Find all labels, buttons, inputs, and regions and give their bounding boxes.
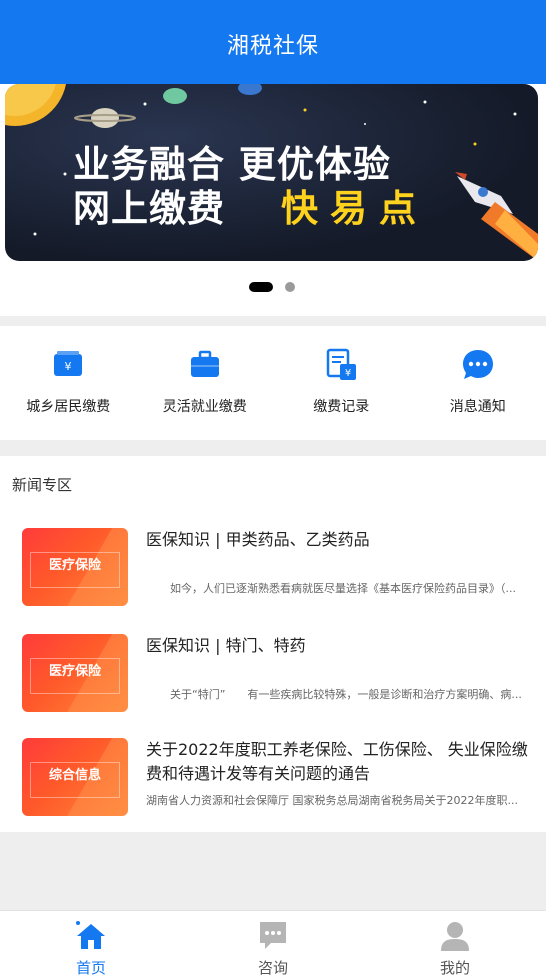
message-icon [260,922,286,949]
quick-action-payment-records[interactable]: ¥ 缴费记录 [273,326,410,440]
thumbnail-label: 医疗保险 [48,558,101,573]
thumbnail-label: 医疗保险 [48,664,101,679]
quick-action-flexible-payment[interactable]: 灵活就业缴费 [137,326,274,440]
chat-bubble-icon [462,350,493,379]
quick-action-notifications[interactable]: 消息通知 [410,326,546,440]
carousel-indicator [0,282,546,294]
quick-action-label: 灵活就业缴费 [162,399,247,415]
tab-home[interactable]: 首页 [0,911,182,975]
svg-text:¥: ¥ [345,368,351,379]
news-item[interactable]: 综合信息 关于2022年度职工养老保险、工伤保险、 失业保险缴费和待遇计发等有关… [0,738,546,828]
news-snippet: 湖南省人力资源和社会保障厅 国家税务总局湖南省税务局关于2022年度职... [146,794,518,807]
tab-label: 咨询 [257,959,288,975]
news-thumbnail: 医疗保险 [22,528,128,606]
news-thumbnail: 综合信息 [22,738,128,816]
banner-accent-text: 快易点 [281,187,428,230]
banner-subheadline: 网上缴费 [73,187,225,230]
promo-banner[interactable]: 业务融合 更优体验 网上缴费 快易点 [5,84,538,261]
news-headline: 医保知识 | 甲类药品、乙类药品 [146,530,370,549]
receipt-yuan-icon: ¥ [327,348,357,380]
carousel-dot-active[interactable] [249,282,273,292]
carousel-dot[interactable] [285,282,295,292]
quick-action-label: 消息通知 [449,399,506,415]
briefcase-icon [190,350,219,377]
user-icon [441,922,469,951]
news-snippet: 关于“特门” 有一些疾病比较特殊，一般是诊断和治疗方案明确、病... [170,688,522,701]
news-section: 新闻专区 医疗保险 医保知识 | 甲类药品、乙类药品 如今，人们已逐渐熟悉看病就… [0,456,546,832]
news-item[interactable]: 医疗保险 医保知识 | 甲类药品、乙类药品 如今，人们已逐渐熟悉看病就医尽量选择… [0,528,546,618]
tab-consult[interactable]: 咨询 [182,911,364,975]
tab-mine[interactable]: 我的 [364,911,546,975]
quick-actions: ¥ 城乡居民缴费 灵活就业缴费 ¥ 缴费记录 消息通知 [0,326,546,440]
news-item[interactable]: 医疗保险 医保知识 | 特门、特药 关于“特门” 有一些疾病比较特殊，一般是诊断… [0,634,546,724]
banner-section: 业务融合 更优体验 网上缴费 快易点 [0,84,546,316]
news-thumbnail: 医疗保险 [22,634,128,712]
quick-action-label: 城乡居民缴费 [26,399,111,415]
home-icon [76,921,105,949]
news-headline: 关于2022年度职工养老保险、工伤保险、 失业保险缴费和待遇计发等有关问题的通告 [146,740,528,783]
bottom-tab-bar: 首页 咨询 我的 [0,910,546,975]
news-section-title: 新闻专区 [12,476,73,494]
news-snippet: 如今，人们已逐渐熟悉看病就医尽量选择《基本医疗保险药品目录》（... [170,582,516,595]
quick-action-label: 缴费记录 [313,399,370,415]
thumbnail-label: 综合信息 [48,768,101,783]
quick-action-resident-payment[interactable]: ¥ 城乡居民缴费 [0,326,137,440]
wallet-yuan-icon: ¥ [54,351,83,376]
svg-text:¥: ¥ [65,360,72,373]
news-headline: 医保知识 | 特门、特药 [146,636,306,655]
tab-label: 首页 [75,959,106,975]
page-title: 湘税社保 [226,34,319,59]
tab-label: 我的 [439,959,470,975]
